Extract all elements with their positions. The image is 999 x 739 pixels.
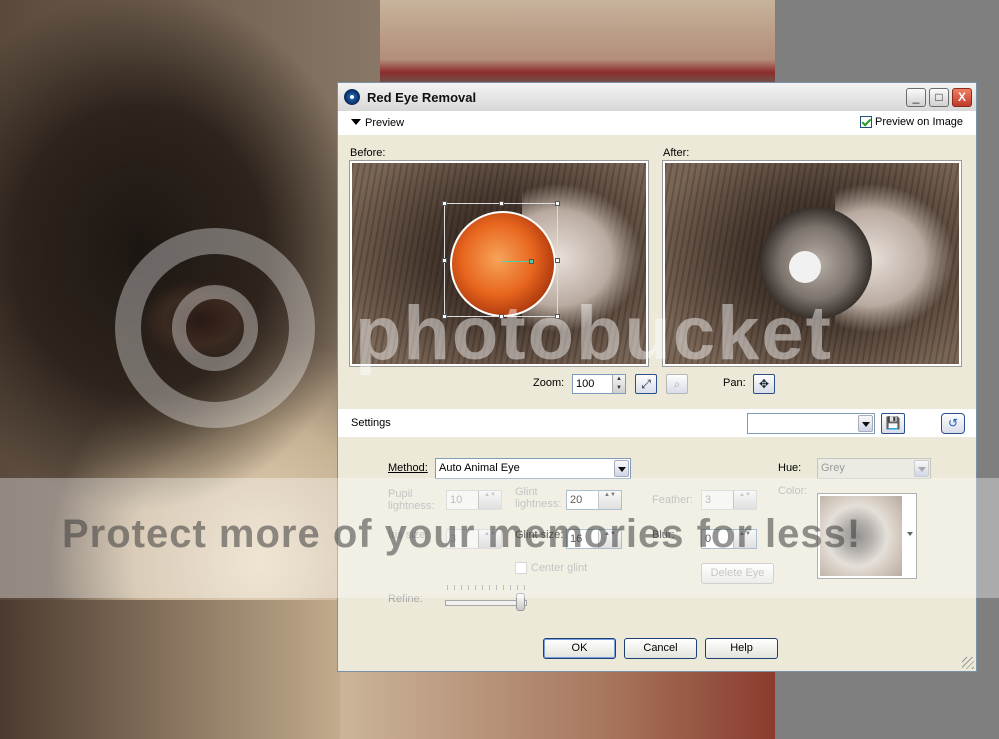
preview-section-header[interactable]: Preview Preview on Image [338, 111, 976, 135]
settings-label: Settings [351, 417, 391, 429]
background-top [380, 0, 775, 85]
preview-on-image-toggle[interactable]: Preview on Image [860, 116, 963, 128]
preset-dropdown[interactable] [747, 413, 875, 434]
resize-grip[interactable] [962, 657, 974, 669]
ok-button[interactable]: OK [543, 638, 616, 659]
help-button[interactable]: Help [705, 638, 778, 659]
after-label: After: [663, 147, 690, 159]
zoom-fit-button[interactable]: ⤢ [635, 374, 657, 394]
method-label-text: Method: [388, 462, 428, 474]
before-label: Before: [350, 147, 386, 159]
zoom-magnifier-button[interactable]: ⌕ [666, 374, 688, 394]
pan-button[interactable]: ✥ [753, 374, 775, 394]
method-value: Auto Animal Eye [439, 462, 520, 474]
zoom-arrows-icon[interactable]: ▲ ▼ [612, 375, 625, 393]
watermark-tagline: Protect more of your memories for less! [62, 512, 862, 556]
background-bottom [340, 672, 775, 739]
glint-line [502, 261, 530, 262]
preview-on-image-label: Preview on Image [875, 116, 964, 128]
method-label: Method: [388, 462, 428, 474]
chevron-down-icon[interactable] [914, 460, 929, 477]
selection-handle[interactable] [442, 201, 447, 206]
photobucket-logo-inner-ring-icon [172, 285, 258, 371]
method-dropdown[interactable]: Auto Animal Eye [435, 458, 631, 479]
close-button[interactable]: X [952, 88, 972, 107]
hue-value: Grey [821, 462, 845, 474]
pupil-glint [789, 251, 821, 283]
pan-label: Pan: [723, 377, 746, 389]
zoom-label: Zoom: [533, 377, 565, 389]
zoom-value: 100 [576, 378, 595, 390]
background-fur [0, 600, 340, 739]
selection-handle[interactable] [442, 258, 447, 263]
preview-label: Preview [365, 117, 405, 129]
title-bar[interactable]: Red Eye Removal _ □ X [338, 83, 976, 112]
dialog-title: Red Eye Removal [367, 90, 477, 105]
selection-handle[interactable] [499, 201, 504, 206]
photobucket-watermark: photobucket [355, 291, 833, 376]
chevron-down-icon[interactable] [614, 460, 629, 477]
cancel-button[interactable]: Cancel [624, 638, 697, 659]
hue-label: Hue: [778, 462, 802, 474]
reset-icon[interactable]: ↺ [941, 413, 965, 434]
save-preset-button[interactable]: 💾 [881, 413, 905, 434]
preview-on-image-checkbox[interactable] [860, 116, 872, 128]
selection-handle[interactable] [555, 258, 560, 263]
zoom-stepper[interactable]: 100 ▲ ▼ [572, 374, 626, 394]
refine-slider[interactable] [445, 593, 527, 611]
selection-handle[interactable] [555, 201, 560, 206]
settings-section-header: Settings 💾 ↺ [338, 409, 976, 437]
app-icon [344, 89, 360, 105]
chevron-down-icon[interactable] [858, 415, 873, 432]
maximize-button[interactable]: □ [929, 88, 949, 107]
collapse-triangle-icon[interactable] [351, 119, 361, 125]
minimize-button[interactable]: _ [906, 88, 926, 107]
glint-handle[interactable] [529, 259, 534, 264]
hue-dropdown[interactable]: Grey [817, 458, 931, 479]
